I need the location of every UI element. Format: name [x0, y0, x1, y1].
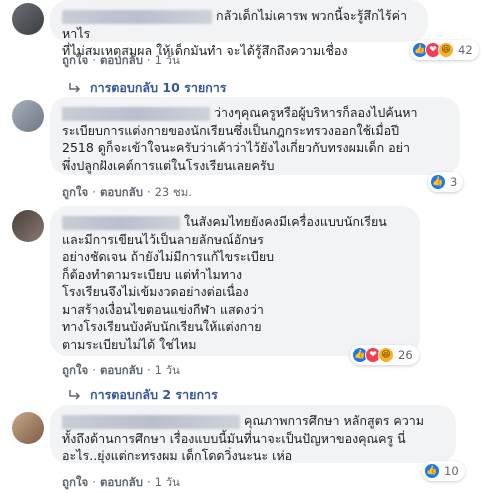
- like-link[interactable]: ถูกใจ: [62, 185, 88, 199]
- reply-link[interactable]: ตอบกลับ: [100, 53, 143, 67]
- reaction-summary[interactable]: 👍 3: [428, 172, 464, 192]
- comment-actions: ถูกใจ · ตอบกลับ · 1 วัน: [62, 475, 180, 489]
- haha-reaction-icon: 😆: [438, 42, 454, 58]
- like-reaction-icon: 👍: [430, 174, 446, 190]
- replies-count-label: การตอบกลับ 10 รายการ: [90, 80, 227, 95]
- reply-arrow-icon: [68, 82, 82, 94]
- reaction-count: 26: [398, 348, 413, 362]
- comment-time[interactable]: 23 ชม.: [155, 185, 192, 199]
- reply-arrow-icon: [68, 389, 82, 401]
- like-reaction-icon: 👍: [424, 463, 440, 479]
- comment-text: ว่างๆคุณครูหรือผู้บริหารก็ลองไปค้นหา ระเ…: [62, 105, 418, 173]
- reaction-count: 42: [458, 43, 473, 57]
- comment-actions: ถูกใจ · ตอบกลับ · 23 ชม.: [62, 185, 192, 199]
- haha-reaction-icon: 😆: [378, 347, 394, 363]
- reply-link[interactable]: ตอบกลับ: [100, 475, 143, 489]
- avatar[interactable]: [12, 210, 44, 242]
- commenter-name-redacted[interactable]: [62, 9, 212, 24]
- replies-count-label: การตอบกลับ 2 รายการ: [90, 387, 218, 402]
- avatar[interactable]: [12, 100, 44, 132]
- comment-bubble: คุณภาพการศึกษา หลักสูตร ความ ทั้งถึงด้าน…: [50, 405, 456, 463]
- comment-bubble: ในสังคมไทยยังคงมีเครื่องแบบนักเรียน และม…: [50, 206, 420, 356]
- avatar[interactable]: [12, 3, 44, 35]
- comment-time[interactable]: 1 วัน: [155, 363, 180, 377]
- comment-actions: ถูกใจ · ตอบกลับ · 1 วัน: [62, 53, 180, 67]
- view-replies-link[interactable]: การตอบกลับ 10 รายการ: [68, 78, 226, 98]
- like-link[interactable]: ถูกใจ: [62, 475, 88, 489]
- like-link[interactable]: ถูกใจ: [62, 53, 88, 67]
- comment-bubble: ว่างๆคุณครูหรือผู้บริหารก็ลองไปค้นหา ระเ…: [50, 97, 460, 175]
- reaction-count: 10: [444, 464, 459, 478]
- commenter-name-redacted[interactable]: [62, 106, 210, 121]
- like-link[interactable]: ถูกใจ: [62, 363, 88, 377]
- comment-bubble: กลัวเด็กไม่เคารพ พวกนี้จะรู้สึกไร้ค่า หา…: [50, 0, 428, 58]
- avatar[interactable]: [12, 412, 44, 444]
- comment-time[interactable]: 1 วัน: [155, 475, 180, 489]
- view-replies-link[interactable]: การตอบกลับ 2 รายการ: [68, 385, 218, 405]
- reply-link[interactable]: ตอบกลับ: [100, 185, 143, 199]
- commenter-name-redacted[interactable]: [62, 414, 240, 429]
- comment-actions: ถูกใจ · ตอบกลับ · 1 วัน: [62, 363, 180, 377]
- comment-text: คุณภาพการศึกษา หลักสูตร ความ ทั้งถึงด้าน…: [62, 413, 425, 463]
- comment-time[interactable]: 1 วัน: [155, 53, 180, 67]
- commenter-name-redacted[interactable]: [62, 215, 180, 230]
- reaction-summary[interactable]: 👍 10: [422, 461, 465, 481]
- comment-text: ในสังคมไทยยังคงมีเครื่องแบบนักเรียน และม…: [62, 214, 387, 352]
- reaction-summary[interactable]: 👍 ❤ 😆 26: [350, 345, 419, 365]
- reply-link[interactable]: ตอบกลับ: [100, 363, 143, 377]
- reaction-summary[interactable]: 👍 ❤ 😆 42: [410, 40, 479, 60]
- reaction-count: 3: [450, 175, 458, 189]
